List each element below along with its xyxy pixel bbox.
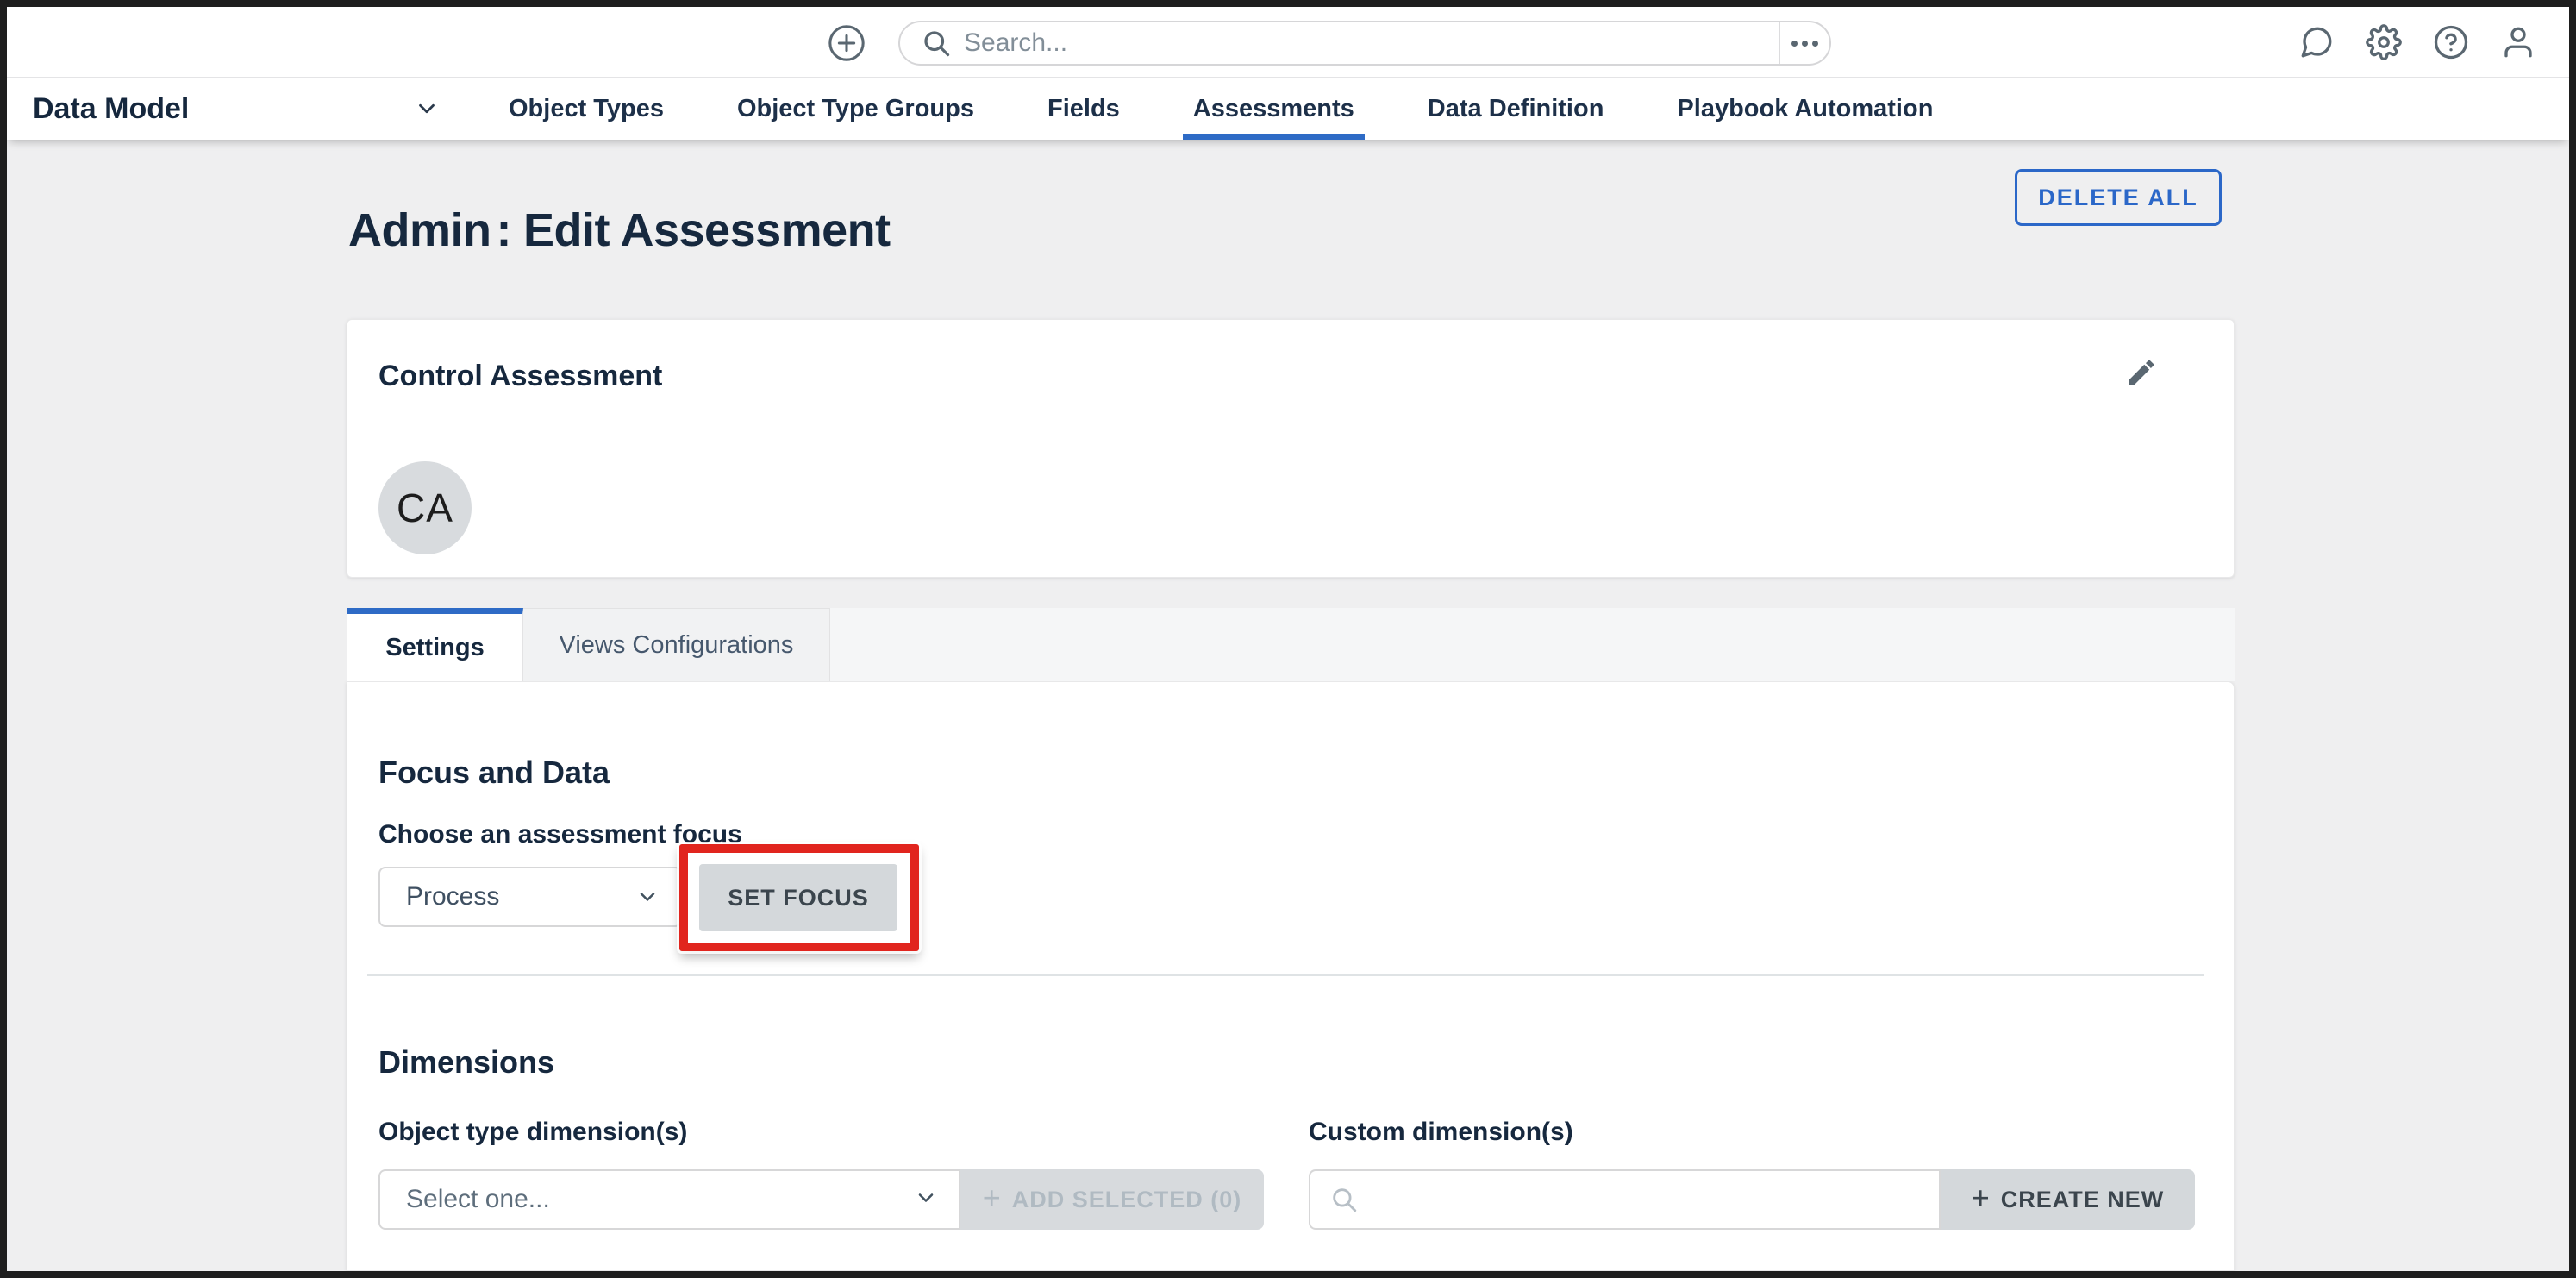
user-button[interactable]	[2500, 24, 2536, 60]
object-type-dimension-row: Select one... + ADD SELECTED (0)	[378, 1169, 1264, 1230]
avatar: CA	[378, 461, 472, 554]
data-model-dropdown[interactable]: Data Model	[33, 78, 447, 140]
search-icon	[1329, 1185, 1359, 1214]
page-title-rest: Edit Assessment	[523, 204, 891, 256]
object-type-dimension-select[interactable]: Select one...	[378, 1169, 960, 1230]
chevron-down-icon	[414, 96, 440, 126]
page-title-admin: Admin	[348, 204, 491, 256]
nav-tab-assessments[interactable]: Assessments	[1193, 78, 1354, 140]
chevron-down-icon	[914, 1186, 938, 1214]
settings-button[interactable]	[2366, 24, 2402, 60]
chat-icon	[2298, 24, 2335, 60]
app-window: Data Model Object Types Object Type Grou…	[0, 0, 2576, 1278]
chat-button[interactable]	[2298, 24, 2335, 60]
focus-select-value: Process	[406, 882, 635, 912]
custom-dimension-search	[1309, 1169, 1941, 1230]
create-new-button[interactable]: + CREATE NEW	[1941, 1169, 2195, 1230]
dot-icon	[1812, 41, 1818, 47]
choose-focus-label: Choose an assessment focus	[378, 820, 742, 849]
nav-tab-object-type-groups[interactable]: Object Type Groups	[737, 78, 974, 140]
search-input[interactable]	[964, 24, 1779, 62]
top-right-icons	[2298, 7, 2536, 78]
custom-dimension-row: + CREATE NEW	[1309, 1169, 2195, 1230]
settings-panel: Focus and Data Choose an assessment focu…	[347, 681, 2235, 1271]
nav-tab-playbook-automation[interactable]: Playbook Automation	[1677, 78, 1933, 140]
object-type-dimension-label: Object type dimension(s)	[378, 1118, 687, 1147]
pencil-icon	[2125, 356, 2158, 389]
nav-tab-object-types[interactable]: Object Types	[509, 78, 664, 140]
assessment-card: Control Assessment CA	[347, 319, 2235, 578]
plus-icon: +	[1972, 1182, 1991, 1213]
data-model-label: Data Model	[33, 92, 189, 126]
create-new-label: CREATE NEW	[2001, 1187, 2165, 1213]
custom-dimension-input[interactable]	[1369, 1174, 1939, 1225]
plus-circle-icon	[827, 23, 866, 63]
tab-strip: Settings Views Configurations	[347, 608, 2235, 681]
nav-tab-data-definition[interactable]: Data Definition	[1428, 78, 1604, 140]
top-bar	[7, 7, 2569, 78]
select-placeholder: Select one...	[406, 1185, 914, 1214]
chevron-down-icon	[635, 885, 660, 909]
dot-icon	[1791, 41, 1798, 47]
page-title-separator: :	[497, 204, 511, 256]
dot-icon	[1802, 41, 1808, 47]
assessment-name: Control Assessment	[378, 360, 662, 393]
edit-button[interactable]	[2125, 356, 2158, 393]
dimensions-heading: Dimensions	[378, 1044, 554, 1081]
nav-tab-fields[interactable]: Fields	[1047, 78, 1120, 140]
page-title: Admin:Edit Assessment	[348, 204, 891, 257]
tab-settings[interactable]: Settings	[347, 608, 523, 681]
delete-all-button[interactable]: DELETE ALL	[2015, 169, 2222, 226]
add-selected-button[interactable]: + ADD SELECTED (0)	[960, 1169, 1264, 1230]
add-button[interactable]	[827, 23, 866, 63]
admin-nav-bar: Data Model Object Types Object Type Grou…	[7, 78, 2569, 140]
search-icon	[921, 28, 952, 59]
set-focus-button[interactable]: SET FOCUS	[699, 864, 897, 931]
focus-and-data-heading: Focus and Data	[378, 755, 610, 791]
section-divider	[367, 974, 2204, 976]
user-icon	[2500, 24, 2536, 60]
custom-dimension-label: Custom dimension(s)	[1309, 1118, 1573, 1147]
add-selected-label: ADD SELECTED (0)	[1012, 1187, 1242, 1213]
nav-items: Object Types Object Type Groups Fields A…	[509, 78, 1933, 140]
help-button[interactable]	[2433, 24, 2469, 60]
search-more-button[interactable]	[1779, 22, 1829, 64]
global-search	[898, 21, 1831, 66]
help-icon	[2433, 24, 2469, 60]
tab-views-configurations[interactable]: Views Configurations	[523, 608, 830, 681]
gear-icon	[2366, 24, 2402, 60]
focus-select[interactable]: Process	[378, 867, 682, 927]
plus-icon: +	[983, 1182, 1002, 1213]
